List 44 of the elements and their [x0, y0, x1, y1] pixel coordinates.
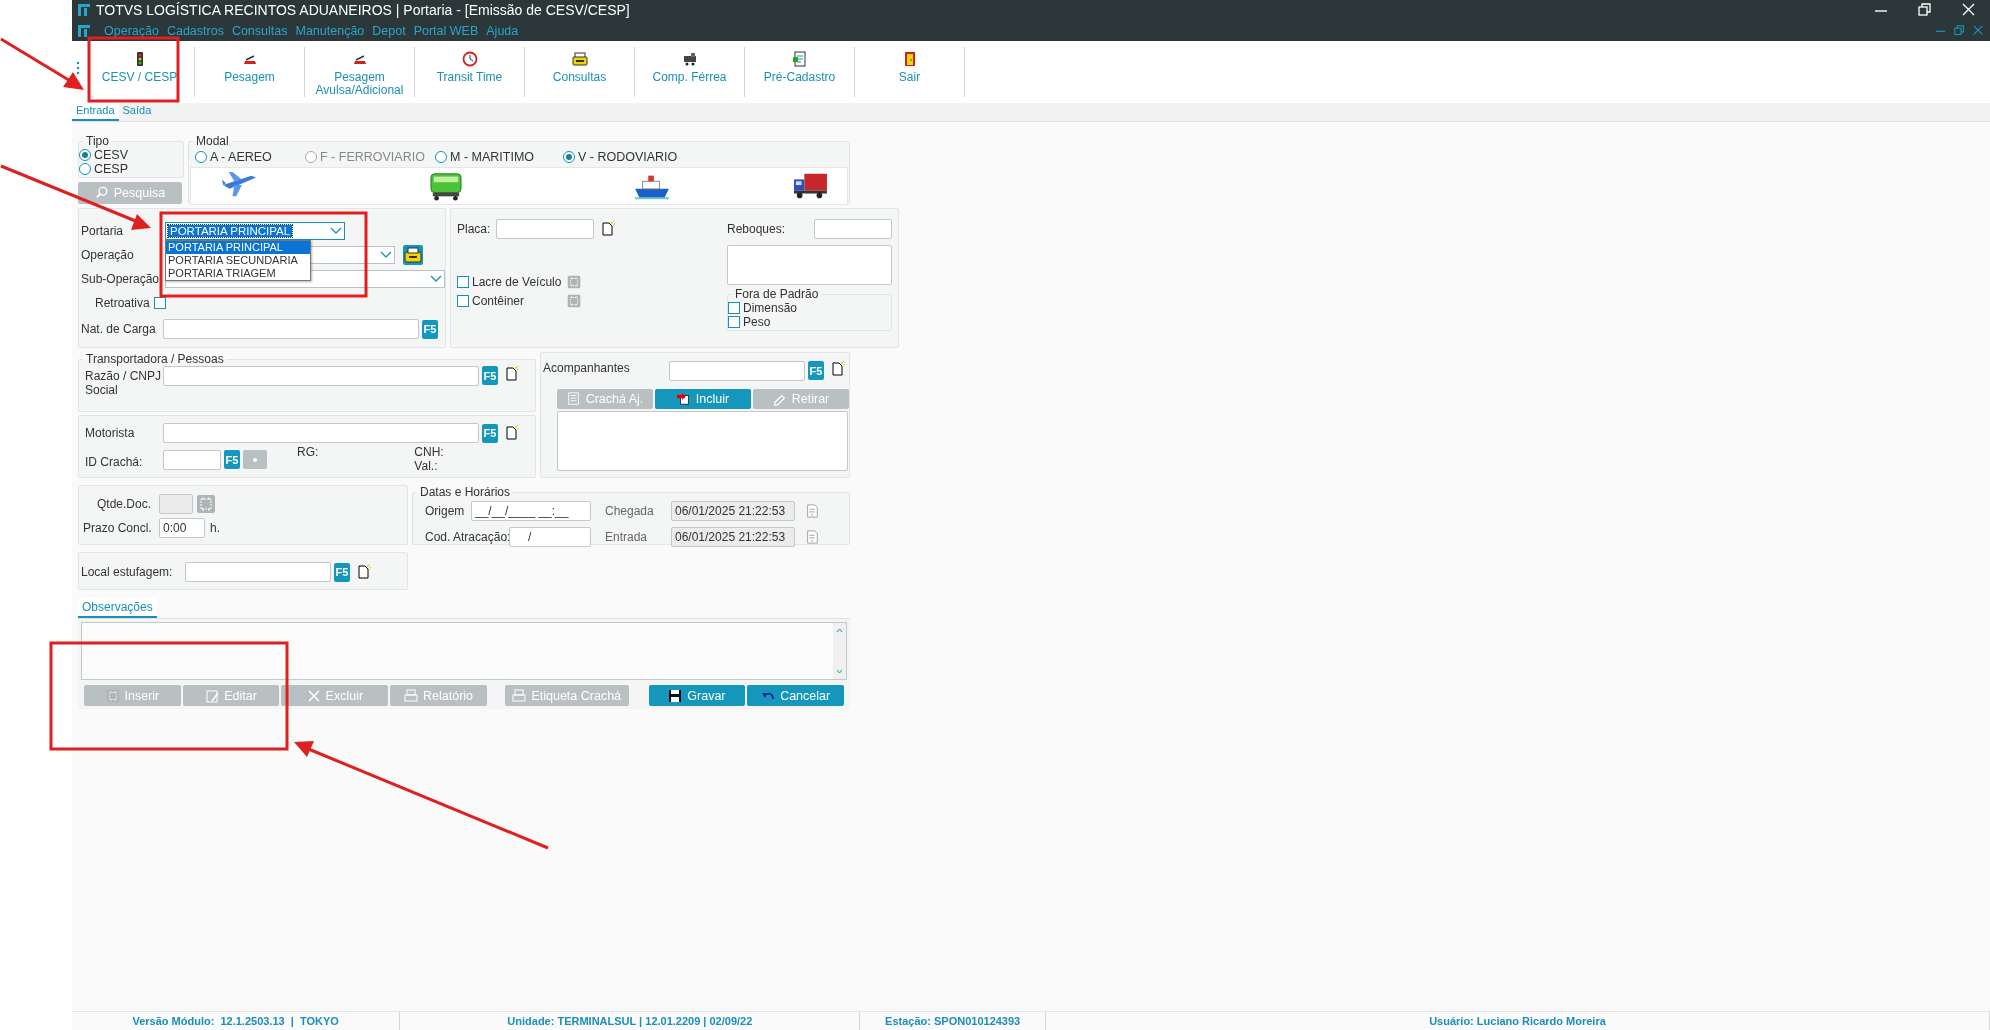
field-label: Peso: [743, 315, 771, 329]
status-text: Estação: SPON010124393: [860, 1012, 1046, 1030]
group-title: Modal: [195, 134, 230, 148]
field-label: Entrada: [605, 530, 649, 544]
status-text: Versão Módulo: 12.1.2503.13 | TOKYO: [72, 1012, 401, 1030]
field-label: ID Crachá:: [85, 455, 144, 469]
field-label: h.: [210, 521, 220, 535]
field-label: Cod. Atracação:: [425, 530, 509, 544]
status-text: Usuário: Luciano Ricardo Moreira: [1045, 1012, 1990, 1030]
field-label: Local estufagem:: [81, 565, 174, 579]
field-label: Motorista: [85, 426, 136, 440]
field-label: Portaria: [81, 224, 125, 238]
radio-label: V - RODOVIARIO: [578, 150, 678, 164]
group-title: Transportadora / Pessoas: [85, 352, 225, 366]
radio-label: M - MARITIMO: [450, 150, 534, 164]
group-title: Datas e Horários: [419, 485, 512, 499]
field-label: Origem: [425, 504, 466, 518]
group-title: Fora de Padrão: [734, 287, 820, 301]
field-label: Val.:: [414, 459, 439, 473]
field-label: Qtde.Doc.: [95, 497, 151, 511]
field-label: Lacre de Veículo: [472, 274, 563, 289]
field-label: Retroativa: [95, 296, 150, 310]
status-text: Unidade: TERMINALSUL | 12.01.2209 | 02/09/22: [400, 1012, 861, 1030]
field-label: Sub-Operação: [81, 272, 161, 286]
radio-label: CESV: [94, 148, 129, 162]
window-title: TOTVS LOGÍSTICA RECINTOS ADUANEIROS | Portaria - [Emissão de CESV/CESP]: [96, 2, 631, 18]
field-label: Reboques:: [727, 222, 786, 236]
radio-label: CESP: [94, 162, 129, 176]
input-field: 06/01/2025 21:22:53: [671, 501, 795, 521]
radio-label: A - AEREO: [210, 150, 272, 164]
field-label: CNH:: [414, 445, 444, 459]
field-label: Acompanhantes: [543, 361, 630, 375]
field-label: Placa:: [457, 222, 491, 236]
field-label: Razão / CNPJ Social: [85, 369, 163, 397]
input-field: 06/01/2025 21:22:53: [671, 527, 795, 547]
field-label: Chegada: [605, 504, 655, 518]
field-label: Contêiner: [472, 293, 526, 308]
radio-label: F - FERROVIARIO: [320, 150, 425, 164]
field-label: Nat. de Carga: [81, 322, 157, 336]
field-label: RG:: [297, 445, 319, 459]
field-label: Dimensão: [743, 301, 798, 315]
field-label: Prazo Concl.: [83, 521, 153, 535]
field-label: Operação: [81, 248, 135, 262]
group-title: Tipo: [85, 134, 110, 148]
